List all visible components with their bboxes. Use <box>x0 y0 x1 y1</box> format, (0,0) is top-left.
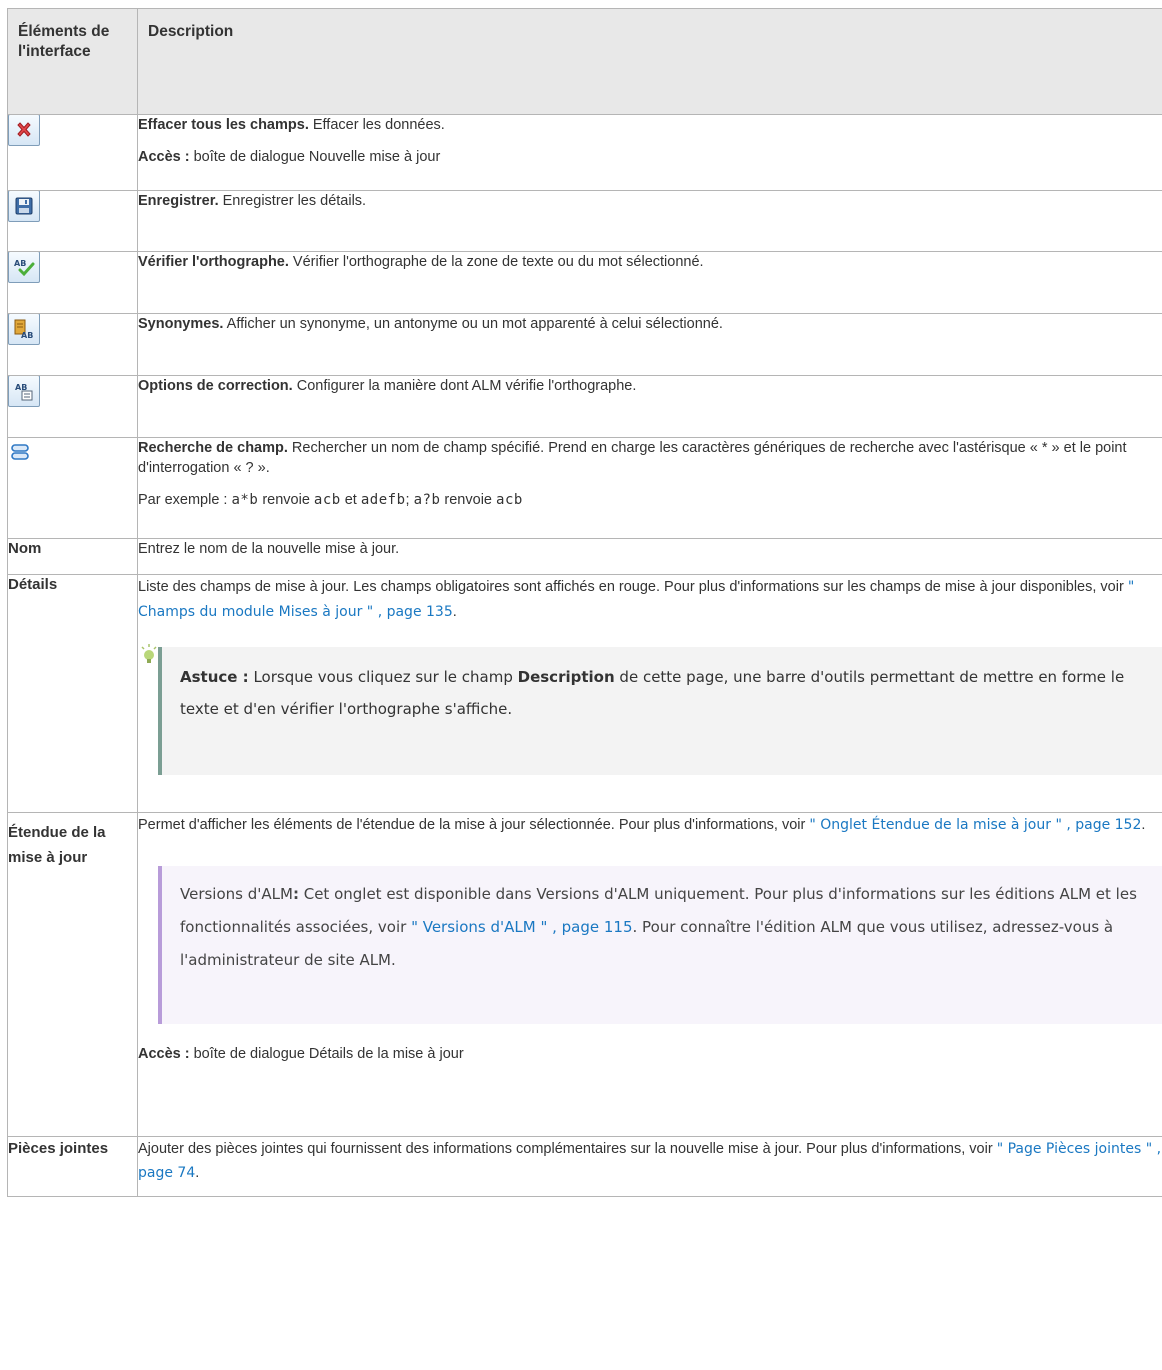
link-update-scope-tab[interactable]: " Onglet Étendue de la mise à jour " , p… <box>809 817 1141 833</box>
ui-elements-table: Éléments de l'interface Description Effa… <box>7 8 1162 1197</box>
tip-note: Astuce : Lorsque vous cliquez sur le cha… <box>158 647 1162 775</box>
table-header-row: Éléments de l'interface Description <box>7 8 1162 115</box>
table-row: Nom Entrez le nom de la nouvelle mise à … <box>7 538 1162 575</box>
document-page: Éléments de l'interface Description Effa… <box>0 0 1162 1370</box>
header-description: Description <box>137 8 1162 115</box>
alm-editions-note: Versions d'ALM: Cet onglet est disponibl… <box>158 866 1162 1024</box>
row-title: Effacer tous les champs. <box>138 117 309 133</box>
floppy-disk-icon <box>15 197 33 215</box>
clear-fields-button[interactable] <box>8 114 40 146</box>
spelling-options-icon: AB <box>15 383 33 401</box>
field-search-icon <box>11 444 29 460</box>
spelling-options-button[interactable]: AB <box>8 375 40 407</box>
table-row: AB Synonymes. Afficher un synonyme, un a… <box>7 313 1162 376</box>
save-button[interactable] <box>8 190 40 222</box>
row-title: Synonymes. <box>138 316 224 332</box>
thesaurus-button[interactable]: AB <box>8 313 40 345</box>
row-label: Pièces jointes <box>8 1140 109 1157</box>
table-row: Recherche de champ. Rechercher un nom de… <box>7 437 1162 539</box>
row-title: Enregistrer. <box>138 193 219 209</box>
lightbulb-icon <box>141 644 157 663</box>
svg-text:AB: AB <box>14 259 26 268</box>
spell-check-button[interactable]: AB <box>8 251 40 283</box>
header-ui-elements: Éléments de l'interface <box>7 8 138 115</box>
table-row: Enregistrer. Enregistrer les détails. <box>7 190 1162 252</box>
svg-text:AB: AB <box>21 331 33 340</box>
table-row: Pièces jointes Ajouter des pièces jointe… <box>7 1136 1162 1197</box>
table-row: AB Options de correction. Configurer la … <box>7 375 1162 438</box>
link-alm-editions[interactable]: " Versions d'ALM " , page 115 <box>411 918 632 936</box>
row-title: Vérifier l'orthographe. <box>138 254 289 270</box>
row-label: Nom <box>8 540 42 557</box>
search-example: Par exemple : a*b renvoie acb et adefb; … <box>138 492 523 508</box>
spell-check-icon: AB <box>14 259 35 277</box>
row-label: Étendue de la mise à jour <box>8 824 106 866</box>
table-row: AB Vérifier l'orthographe. Vérifier l'or… <box>7 251 1162 314</box>
row-title: Options de correction. <box>138 378 293 394</box>
row-title: Recherche de champ. <box>138 440 288 456</box>
red-x-icon <box>17 122 31 137</box>
table-row: Étendue de la mise à jour Permet d'affic… <box>7 812 1162 1137</box>
table-row: Effacer tous les champs. Effacer les don… <box>7 114 1162 191</box>
field-search-button[interactable] <box>8 440 32 464</box>
thesaurus-icon: AB <box>14 319 33 340</box>
row-label: Détails <box>8 576 58 593</box>
table-row: Détails Liste des champs de mise à jour.… <box>7 574 1162 813</box>
